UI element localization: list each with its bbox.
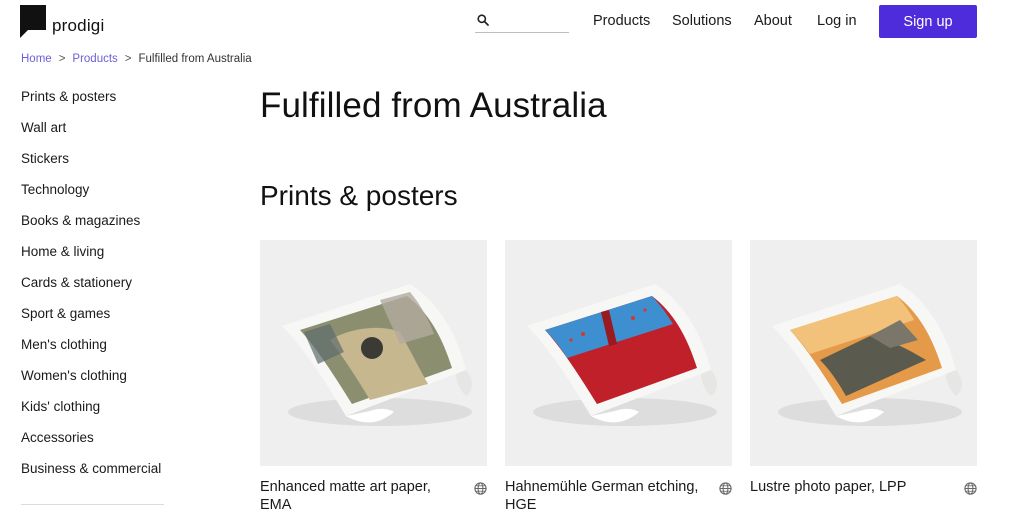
sidebar-item-technology[interactable]: Technology xyxy=(21,179,165,210)
breadcrumb-separator: > xyxy=(124,53,132,65)
page-title: Fulfilled from Australia xyxy=(260,86,607,125)
sidebar-item-business-commercial[interactable]: Business & commercial xyxy=(21,458,165,489)
sidebar-item-home-living[interactable]: Home & living xyxy=(21,241,165,272)
product-image-enhanced-matte[interactable] xyxy=(260,240,487,466)
breadcrumb-products[interactable]: Products xyxy=(72,53,117,65)
site-header: prodigi Products Solutions About Log in … xyxy=(0,0,1024,46)
sign-up-button[interactable]: Sign up xyxy=(879,5,977,38)
breadcrumb-current: Fulfilled from Australia xyxy=(138,53,252,65)
product-card[interactable]: Enhanced matte art paper, EMA xyxy=(260,240,487,513)
product-image-hahnemuhle-etching[interactable] xyxy=(505,240,732,466)
product-card[interactable]: Lustre photo paper, LPP xyxy=(750,240,977,495)
breadcrumb-separator: > xyxy=(58,53,66,65)
sidebar-item-stickers[interactable]: Stickers xyxy=(21,148,165,179)
sidebar-item-books-magazines[interactable]: Books & magazines xyxy=(21,210,165,241)
breadcrumb-home[interactable]: Home xyxy=(21,53,52,65)
sidebar-item-prints-posters[interactable]: Prints & posters xyxy=(21,86,165,117)
category-sidebar: Prints & posters Wall art Stickers Techn… xyxy=(21,86,165,489)
search-box[interactable] xyxy=(475,10,569,33)
globe-icon xyxy=(719,482,732,495)
sidebar-item-wall-art[interactable]: Wall art xyxy=(21,117,165,148)
sidebar-item-kids-clothing[interactable]: Kids' clothing xyxy=(21,396,165,427)
sidebar-item-accessories[interactable]: Accessories xyxy=(21,427,165,458)
globe-icon xyxy=(474,482,487,495)
product-name[interactable]: Enhanced matte art paper, EMA xyxy=(260,478,465,514)
search-icon xyxy=(477,13,489,26)
sidebar-item-womens-clothing[interactable]: Women's clothing xyxy=(21,365,165,396)
sidebar-item-mens-clothing[interactable]: Men's clothing xyxy=(21,334,165,365)
product-name[interactable]: Lustre photo paper, LPP xyxy=(750,478,955,496)
sidebar-item-sport-games[interactable]: Sport & games xyxy=(21,303,165,334)
globe-icon xyxy=(964,482,977,495)
sidebar-divider xyxy=(21,504,164,505)
nav-solutions[interactable]: Solutions xyxy=(672,13,732,29)
logo-icon xyxy=(20,5,46,38)
nav-products[interactable]: Products xyxy=(593,13,650,29)
nav-login[interactable]: Log in xyxy=(817,13,857,29)
product-image-lustre-photo[interactable] xyxy=(750,240,977,466)
product-card[interactable]: Hahnemühle German etching, HGE xyxy=(505,240,732,513)
section-title: Prints & posters xyxy=(260,180,458,211)
brand-name: prodigi xyxy=(52,15,105,35)
sidebar-item-cards-stationery[interactable]: Cards & stationery xyxy=(21,272,165,303)
brand-logo-link[interactable]: prodigi xyxy=(20,5,104,38)
search-input[interactable] xyxy=(495,10,567,30)
breadcrumb: Home > Products > Fulfilled from Austral… xyxy=(21,53,252,65)
nav-about[interactable]: About xyxy=(754,13,792,29)
product-name[interactable]: Hahnemühle German etching, HGE xyxy=(505,478,710,514)
